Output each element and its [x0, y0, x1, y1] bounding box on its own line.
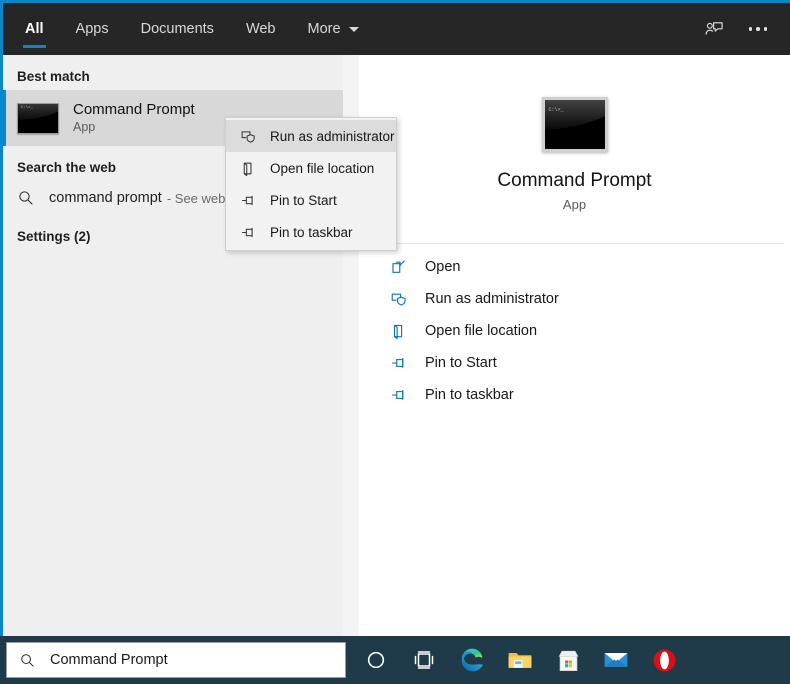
microsoft-store-icon — [558, 650, 578, 671]
action-open-label: Open — [425, 259, 461, 275]
context-menu: Run as administrator Open file location — [225, 117, 397, 251]
tab-apps[interactable]: Apps — [60, 3, 125, 55]
search-header: All Apps Documents Web More — [3, 0, 790, 55]
web-result-suffix: - See web — [166, 190, 226, 206]
preview-pane: C:\>_ Command Prompt App Open Run as adm… — [359, 55, 790, 636]
pin-icon — [389, 353, 409, 373]
action-pin-to-taskbar[interactable]: Pin to taskbar — [365, 379, 784, 411]
tab-apps-label: Apps — [75, 21, 109, 37]
tab-documents[interactable]: Documents — [125, 3, 230, 55]
mail-icon — [604, 653, 628, 667]
search-filter-tabs: All Apps Documents Web More — [3, 3, 375, 55]
best-match-header: Best match — [17, 69, 90, 84]
start-menu-search-screen: All Apps Documents Web More Best match C… — [0, 0, 790, 684]
file-explorer-button[interactable] — [496, 636, 544, 684]
tab-more-label: More — [307, 21, 341, 37]
preview-app-subtitle: App — [562, 196, 587, 212]
microsoft-edge-icon — [461, 648, 483, 672]
action-pin-to-start-label: Pin to Start — [425, 355, 497, 371]
cortana-circle-icon — [367, 651, 385, 669]
context-menu-item-open-file-location[interactable]: Open file location — [226, 152, 396, 184]
folder-location-icon — [238, 158, 258, 178]
task-view-icon — [414, 651, 434, 669]
task-view-button[interactable] — [400, 636, 448, 684]
action-open-file-location[interactable]: Open file location — [365, 315, 784, 347]
context-menu-item-pin-to-start-label: Pin to Start — [270, 192, 337, 208]
feedback-person-icon — [705, 22, 723, 35]
web-result-query: command prompt — [49, 190, 162, 206]
tab-documents-label: Documents — [140, 21, 214, 37]
preview-app-title: Command Prompt — [497, 169, 652, 191]
result-item-text: Command Prompt App — [73, 100, 195, 136]
action-open-file-location-label: Open file location — [425, 323, 538, 339]
action-pin-to-start[interactable]: Pin to Start — [365, 347, 784, 379]
open-external-icon — [389, 257, 409, 277]
app-actions-list: Open Run as administrator Open file loca… — [365, 251, 784, 411]
action-run-as-administrator[interactable]: Run as administrator — [365, 283, 784, 315]
pin-icon — [389, 385, 409, 405]
shield-admin-icon — [389, 289, 409, 309]
header-actions — [692, 3, 780, 55]
chevron-down-icon — [348, 26, 359, 32]
tab-web-label: Web — [245, 21, 276, 37]
context-menu-item-pin-to-start[interactable]: Pin to Start — [226, 184, 396, 216]
tab-web[interactable]: Web — [230, 3, 292, 55]
taskbar: Command Prompt — [0, 636, 790, 684]
result-item-title: Command Prompt — [73, 101, 195, 118]
preview-divider — [365, 243, 784, 244]
tab-all-label: All — [25, 21, 44, 37]
edge-button[interactable] — [448, 636, 496, 684]
opera-icon — [653, 649, 675, 671]
search-icon — [19, 191, 33, 205]
taskbar-buttons — [352, 636, 688, 684]
file-explorer-icon — [508, 653, 532, 668]
taskbar-search-input[interactable]: Command Prompt — [6, 642, 346, 678]
command-prompt-icon: C:\>_ — [17, 102, 59, 134]
more-options-button[interactable] — [736, 9, 780, 49]
action-pin-to-taskbar-label: Pin to taskbar — [425, 387, 514, 403]
shield-admin-icon — [238, 126, 258, 146]
context-menu-item-run-as-administrator[interactable]: Run as administrator — [226, 120, 396, 152]
search-icon — [21, 653, 34, 667]
pin-icon — [238, 190, 258, 210]
tab-more[interactable]: More — [292, 3, 375, 55]
app-preview-card: C:\>_ Command Prompt App — [365, 61, 784, 243]
pin-icon — [238, 222, 258, 242]
tab-all[interactable]: All — [9, 3, 60, 55]
context-menu-item-open-file-location-label: Open file location — [270, 160, 375, 176]
action-run-as-administrator-label: Run as administrator — [425, 291, 559, 307]
taskbar-search-value: Command Prompt — [50, 652, 168, 668]
cortana-button[interactable] — [352, 636, 400, 684]
result-item-subtitle: App — [73, 120, 96, 134]
mail-button[interactable] — [592, 636, 640, 684]
feedback-button[interactable] — [692, 9, 736, 49]
folder-location-icon — [389, 321, 409, 341]
ellipsis-icon — [748, 27, 768, 31]
search-flyout-window: All Apps Documents Web More Best match C… — [0, 0, 790, 636]
context-menu-item-run-as-administrator-label: Run as administrator — [270, 128, 395, 144]
context-menu-item-pin-to-taskbar-label: Pin to taskbar — [270, 224, 353, 240]
microsoft-store-button[interactable] — [544, 636, 592, 684]
opera-button[interactable] — [640, 636, 688, 684]
context-menu-item-pin-to-taskbar[interactable]: Pin to taskbar — [226, 216, 396, 248]
action-open[interactable]: Open — [365, 251, 784, 283]
command-prompt-icon: C:\>_ — [541, 96, 608, 152]
